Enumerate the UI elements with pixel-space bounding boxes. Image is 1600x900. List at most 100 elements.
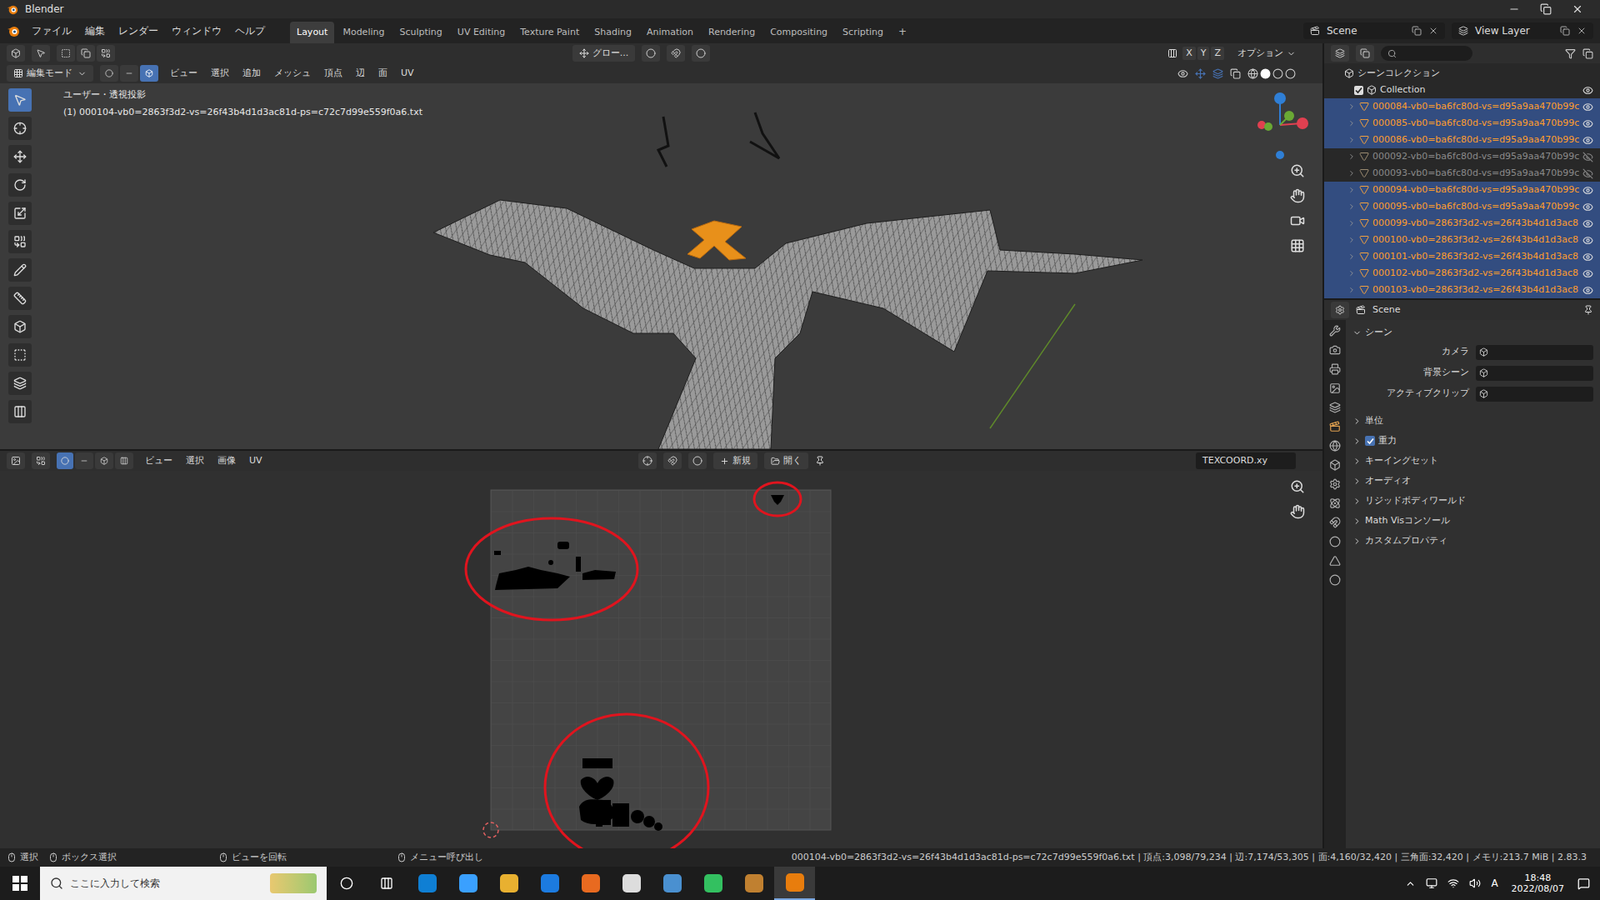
pivot-button[interactable] [638,452,657,470]
close-icon[interactable] [1571,3,1584,15]
editor-type-button[interactable] [1330,301,1350,319]
minimize-icon[interactable] [1508,3,1520,15]
axis-toggle[interactable]: X [1182,46,1196,61]
pin-icon[interactable] [815,455,825,466]
expand-icon[interactable] [1347,269,1356,278]
properties-section[interactable]: Math Visコンソール [1352,510,1594,531]
field-input[interactable] [1475,345,1594,360]
workspace-tab[interactable]: UV Editing [450,21,512,45]
menu-item[interactable]: ビュー [165,65,203,83]
proportional-button[interactable] [688,452,707,470]
options-dropdown[interactable]: オプション [1230,46,1303,61]
axis-toggle[interactable]: Y [1197,46,1210,61]
copy-icon[interactable] [1560,25,1570,36]
outliner-item[interactable]: 000093-vb0=ba6fc80d-vs=d95a9aa470b99c [1324,165,1600,182]
copy-icon[interactable] [1411,25,1422,36]
outliner-item[interactable]: 000086-vb0=ba6fc80d-vs=d95a9aa470b99c [1324,131,1600,149]
axis-toggle[interactable]: Z [1210,46,1225,61]
visibility-icon[interactable] [1582,201,1594,213]
visibility-icon[interactable] [1582,185,1594,196]
properties-tab-icon[interactable] [1329,516,1341,529]
select-mode-button[interactable] [115,452,134,470]
field-input[interactable] [1475,386,1594,402]
taskbar-app[interactable] [610,866,652,900]
visibility-icon[interactable] [1582,118,1594,130]
filter-icon[interactable] [1565,48,1576,60]
properties-tab-icon[interactable] [1329,420,1341,433]
new-collection-icon[interactable] [1582,48,1594,60]
menu-item[interactable]: レンダー [113,21,164,40]
xray-icon[interactable] [1230,68,1241,80]
pivot-button[interactable] [641,45,660,62]
render-shading-icon[interactable] [1285,68,1296,80]
visibility-icon[interactable] [1177,68,1189,80]
display-icon[interactable] [1425,877,1438,890]
taskbar-app[interactable] [733,866,775,900]
expand-icon[interactable] [1347,252,1356,261]
collection-row[interactable]: Collection [1324,81,1600,99]
start-button[interactable] [0,866,40,900]
field-input[interactable] [1475,365,1594,381]
wireframe-shading-icon[interactable] [1247,68,1259,80]
properties-section[interactable]: 重力 [1352,430,1594,451]
properties-tab-icon[interactable] [1329,382,1341,395]
menu-item[interactable]: ビュー [140,452,178,470]
volume-icon[interactable] [1469,877,1481,890]
expand-icon[interactable] [1347,185,1356,195]
workspace-tab[interactable]: Modeling [335,21,391,45]
pan-icon[interactable] [1290,188,1305,204]
view-layer-selector[interactable]: View Layer [1451,22,1594,40]
properties-section[interactable]: リジッドボディワールド [1352,490,1594,511]
pin-icon[interactable] [1583,305,1594,315]
ortho-view-icon[interactable] [1290,238,1305,254]
face-mode-button[interactable] [140,65,159,82]
menu-item[interactable]: 選択 [180,452,210,470]
uv-canvas[interactable] [0,470,1323,849]
properties-tab-icon[interactable] [1329,497,1341,510]
menu-item[interactable]: UV [244,452,268,470]
menu-item[interactable]: 辺 [350,65,370,83]
properties-tab-icon[interactable] [1329,401,1341,414]
select-mode-button[interactable] [75,452,94,470]
menu-item[interactable]: 選択 [205,65,235,83]
open-image-button[interactable]: 開く [764,452,809,470]
vertex-mode-button[interactable] [100,65,119,82]
menu-item[interactable]: 編集 [80,21,110,40]
properties-tab-icon[interactable] [1329,325,1341,337]
outliner-item[interactable]: 000092-vb0=ba6fc80d-vs=d95a9aa470b99c [1324,148,1600,165]
outliner-item[interactable]: 000100-vb0=2863f3d2-vs=26f43b4d1d3ac8 [1324,231,1600,249]
outliner-item[interactable]: 000099-vb0=2863f3d2-vs=26f43b4d1d3ac8 [1324,215,1600,232]
panel-header[interactable]: シーン [1352,323,1594,342]
menu-item[interactable]: 頂点 [319,65,348,83]
workspace-tab[interactable]: Layout [290,21,335,45]
solid-shading-icon[interactable] [1260,68,1271,80]
menu-item[interactable]: ウィンドウ [166,21,227,40]
scene-selector[interactable]: Scene [1303,22,1445,40]
outliner-search[interactable] [1380,45,1473,61]
properties-section[interactable]: 単位 [1352,410,1594,431]
material-shading-icon[interactable] [1272,68,1284,80]
overlay-icon[interactable] [1212,68,1224,80]
navigation-gizmo-icon[interactable] [1250,91,1310,162]
outliner-item[interactable]: 000085-vb0=ba6fc80d-vs=d95a9aa470b99c [1324,115,1600,132]
menu-item[interactable]: UV [395,65,420,83]
edge-mode-button[interactable] [120,65,139,82]
menu-item[interactable]: 面 [373,65,393,83]
properties-tab-icon[interactable] [1329,555,1341,567]
taskbar-app[interactable] [488,866,530,900]
tool-button[interactable] [8,400,32,424]
expand-icon[interactable] [1347,202,1356,211]
select-mode-button[interactable] [96,45,115,62]
taskbar-search[interactable]: ここに入力して検索 [40,866,327,900]
properties-tab-icon[interactable] [1329,459,1341,471]
uv-map-field[interactable]: TEXCOORD.xy [1195,452,1296,470]
tool-button[interactable] [8,258,32,282]
new-image-button[interactable]: 新規 [713,452,758,470]
taskbar-app[interactable] [529,866,570,900]
tool-button[interactable] [8,286,32,310]
taskbar-app[interactable] [651,866,693,900]
hidden-icon[interactable] [1582,151,1594,163]
hidden-icon[interactable] [1582,168,1594,180]
expand-icon[interactable] [1347,119,1356,128]
ime-indicator[interactable]: A [1490,875,1498,891]
